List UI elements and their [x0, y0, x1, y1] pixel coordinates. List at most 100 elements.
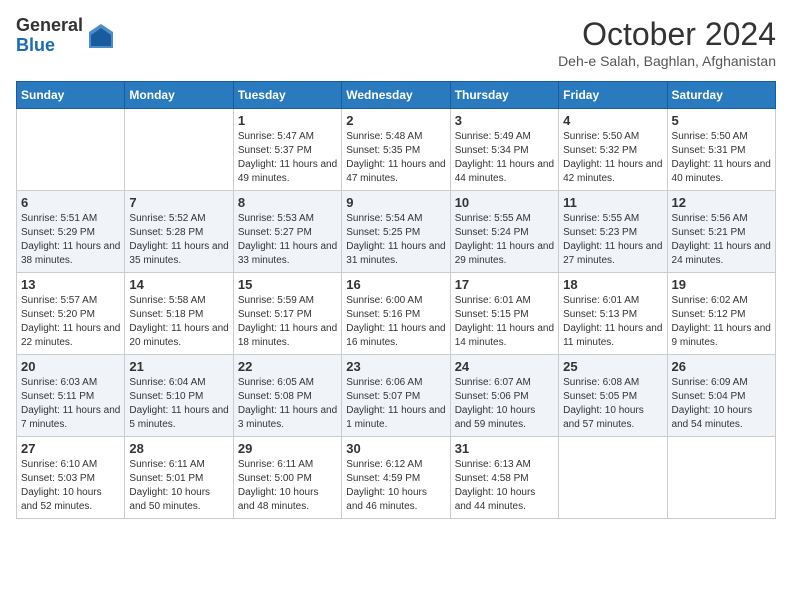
- month-title: October 2024: [558, 16, 776, 53]
- calendar-cell: 6 Sunrise: 5:51 AM Sunset: 5:29 PM Daylig…: [17, 191, 125, 273]
- cell-content: Sunrise: 5:55 AM Sunset: 5:24 PM Dayligh…: [455, 212, 554, 268]
- cell-content: Sunrise: 5:48 AM Sunset: 5:35 PM Dayligh…: [346, 130, 445, 186]
- calendar-cell: 7Sunrise: 5:52 AM Sunset: 5:28 PM Daylig…: [125, 191, 233, 273]
- cell-content: Sunrise: 6:08 AM Sunset: 5:05 PM Dayligh…: [563, 376, 662, 432]
- cell-content: Sunrise: 6:04 AM Sunset: 5:10 PM Dayligh…: [129, 376, 228, 432]
- day-number: 21: [129, 359, 228, 374]
- cell-content: Sunrise: 5:55 AM Sunset: 5:23 PM Dayligh…: [563, 212, 662, 268]
- calendar-cell: [17, 109, 125, 191]
- location: Deh-e Salah, Baghlan, Afghanistan: [558, 53, 776, 69]
- weekday-header-friday: Friday: [559, 82, 667, 109]
- calendar-cell: 13 Sunrise: 5:57 AM Sunset: 5:20 PM Dayli…: [17, 273, 125, 355]
- calendar-cell: 24 Sunrise: 6:07 AM Sunset: 5:06 PM Dayli…: [450, 355, 558, 437]
- cell-content: Sunrise: 6:11 AM Sunset: 5:01 PM Dayligh…: [129, 458, 228, 514]
- cell-content: Sunrise: 6:11 AM Sunset: 5:00 PM Dayligh…: [238, 458, 337, 514]
- day-number: 15: [238, 277, 337, 292]
- day-number: 5: [672, 113, 771, 128]
- day-number: 14: [129, 277, 228, 292]
- calendar-cell: 29 Sunrise: 6:11 AM Sunset: 5:00 PM Dayli…: [233, 437, 341, 519]
- day-number: 24: [455, 359, 554, 374]
- day-number: 25: [563, 359, 662, 374]
- cell-content: Sunrise: 5:50 AM Sunset: 5:31 PM Dayligh…: [672, 130, 771, 186]
- cell-content: Sunrise: 5:58 AM Sunset: 5:18 PM Dayligh…: [129, 294, 228, 350]
- cell-content: Sunrise: 5:51 AM Sunset: 5:29 PM Dayligh…: [21, 212, 120, 268]
- calendar-cell: 16 Sunrise: 6:00 AM Sunset: 5:16 PM Dayli…: [342, 273, 450, 355]
- day-number: 1: [238, 113, 337, 128]
- calendar-cell: 11 Sunrise: 5:55 AM Sunset: 5:23 PM Dayli…: [559, 191, 667, 273]
- calendar-cell: 19 Sunrise: 6:02 AM Sunset: 5:12 PM Dayli…: [667, 273, 775, 355]
- weekday-header-thursday: Thursday: [450, 82, 558, 109]
- day-number: 19: [672, 277, 771, 292]
- calendar-header-row: SundayMondayTuesdayWednesdayThursdayFrid…: [17, 82, 776, 109]
- day-number: 26: [672, 359, 771, 374]
- calendar-cell: 5 Sunrise: 5:50 AM Sunset: 5:31 PM Daylig…: [667, 109, 775, 191]
- calendar-cell: 17Sunrise: 6:01 AM Sunset: 5:15 PM Dayli…: [450, 273, 558, 355]
- cell-content: Sunrise: 6:05 AM Sunset: 5:08 PM Dayligh…: [238, 376, 337, 432]
- calendar-table: SundayMondayTuesdayWednesdayThursdayFrid…: [16, 81, 776, 519]
- day-number: 20: [21, 359, 120, 374]
- day-number: 28: [129, 441, 228, 456]
- weekday-header-sunday: Sunday: [17, 82, 125, 109]
- weekday-header-monday: Monday: [125, 82, 233, 109]
- day-number: 4: [563, 113, 662, 128]
- cell-content: Sunrise: 5:56 AM Sunset: 5:21 PM Dayligh…: [672, 212, 771, 268]
- calendar-cell: 27Sunrise: 6:10 AM Sunset: 5:03 PM Dayli…: [17, 437, 125, 519]
- day-number: 9: [346, 195, 445, 210]
- day-number: 3: [455, 113, 554, 128]
- logo-blue: Blue: [16, 36, 83, 56]
- calendar-cell: 1Sunrise: 5:47 AM Sunset: 5:37 PM Daylig…: [233, 109, 341, 191]
- calendar-cell: 2 Sunrise: 5:48 AM Sunset: 5:35 PM Daylig…: [342, 109, 450, 191]
- cell-content: Sunrise: 6:07 AM Sunset: 5:06 PM Dayligh…: [455, 376, 554, 432]
- day-number: 11: [563, 195, 662, 210]
- cell-content: Sunrise: 6:06 AM Sunset: 5:07 PM Dayligh…: [346, 376, 445, 432]
- calendar-cell: 18Sunrise: 6:01 AM Sunset: 5:13 PM Dayli…: [559, 273, 667, 355]
- calendar-cell: 23 Sunrise: 6:06 AM Sunset: 5:07 PM Dayli…: [342, 355, 450, 437]
- calendar-cell: 26 Sunrise: 6:09 AM Sunset: 5:04 PM Dayli…: [667, 355, 775, 437]
- cell-content: Sunrise: 6:02 AM Sunset: 5:12 PM Dayligh…: [672, 294, 771, 350]
- cell-content: Sunrise: 5:54 AM Sunset: 5:25 PM Dayligh…: [346, 212, 445, 268]
- day-number: 16: [346, 277, 445, 292]
- calendar-cell: 20 Sunrise: 6:03 AM Sunset: 5:11 PM Dayli…: [17, 355, 125, 437]
- logo-general: General: [16, 16, 83, 36]
- calendar-cell: 15 Sunrise: 5:59 AM Sunset: 5:17 PM Dayli…: [233, 273, 341, 355]
- day-number: 13: [21, 277, 120, 292]
- day-number: 10: [455, 195, 554, 210]
- cell-content: Sunrise: 6:09 AM Sunset: 5:04 PM Dayligh…: [672, 376, 771, 432]
- cell-content: Sunrise: 5:52 AM Sunset: 5:28 PM Dayligh…: [129, 212, 228, 268]
- cell-content: Sunrise: 6:13 AM Sunset: 4:58 PM Dayligh…: [455, 458, 554, 514]
- cell-content: Sunrise: 6:03 AM Sunset: 5:11 PM Dayligh…: [21, 376, 120, 432]
- calendar-cell: 21 Sunrise: 6:04 AM Sunset: 5:10 PM Dayli…: [125, 355, 233, 437]
- calendar-cell: 12 Sunrise: 5:56 AM Sunset: 5:21 PM Dayli…: [667, 191, 775, 273]
- calendar-week-row: 1Sunrise: 5:47 AM Sunset: 5:37 PM Daylig…: [17, 109, 776, 191]
- logo: General Blue: [16, 16, 115, 56]
- day-number: 18: [563, 277, 662, 292]
- day-number: 22: [238, 359, 337, 374]
- day-number: 8: [238, 195, 337, 210]
- day-number: 12: [672, 195, 771, 210]
- calendar-cell: [125, 109, 233, 191]
- calendar-week-row: 27Sunrise: 6:10 AM Sunset: 5:03 PM Dayli…: [17, 437, 776, 519]
- cell-content: Sunrise: 5:49 AM Sunset: 5:34 PM Dayligh…: [455, 130, 554, 186]
- cell-content: Sunrise: 5:57 AM Sunset: 5:20 PM Dayligh…: [21, 294, 120, 350]
- calendar-cell: 31Sunrise: 6:13 AM Sunset: 4:58 PM Dayli…: [450, 437, 558, 519]
- day-number: 6: [21, 195, 120, 210]
- calendar-cell: 8 Sunrise: 5:53 AM Sunset: 5:27 PM Daylig…: [233, 191, 341, 273]
- weekday-header-wednesday: Wednesday: [342, 82, 450, 109]
- calendar-cell: 30Sunrise: 6:12 AM Sunset: 4:59 PM Dayli…: [342, 437, 450, 519]
- calendar-cell: 10 Sunrise: 5:55 AM Sunset: 5:24 PM Dayli…: [450, 191, 558, 273]
- cell-content: Sunrise: 5:53 AM Sunset: 5:27 PM Dayligh…: [238, 212, 337, 268]
- calendar-week-row: 13 Sunrise: 5:57 AM Sunset: 5:20 PM Dayli…: [17, 273, 776, 355]
- cell-content: Sunrise: 6:00 AM Sunset: 5:16 PM Dayligh…: [346, 294, 445, 350]
- cell-content: Sunrise: 5:50 AM Sunset: 5:32 PM Dayligh…: [563, 130, 662, 186]
- cell-content: Sunrise: 5:59 AM Sunset: 5:17 PM Dayligh…: [238, 294, 337, 350]
- calendar-week-row: 20 Sunrise: 6:03 AM Sunset: 5:11 PM Dayli…: [17, 355, 776, 437]
- day-number: 2: [346, 113, 445, 128]
- calendar-cell: 14 Sunrise: 5:58 AM Sunset: 5:18 PM Dayli…: [125, 273, 233, 355]
- calendar-cell: 28 Sunrise: 6:11 AM Sunset: 5:01 PM Dayli…: [125, 437, 233, 519]
- day-number: 27: [21, 441, 120, 456]
- logo-icon: [87, 22, 115, 50]
- day-number: 29: [238, 441, 337, 456]
- day-number: 23: [346, 359, 445, 374]
- weekday-header-saturday: Saturday: [667, 82, 775, 109]
- calendar-cell: 25 Sunrise: 6:08 AM Sunset: 5:05 PM Dayli…: [559, 355, 667, 437]
